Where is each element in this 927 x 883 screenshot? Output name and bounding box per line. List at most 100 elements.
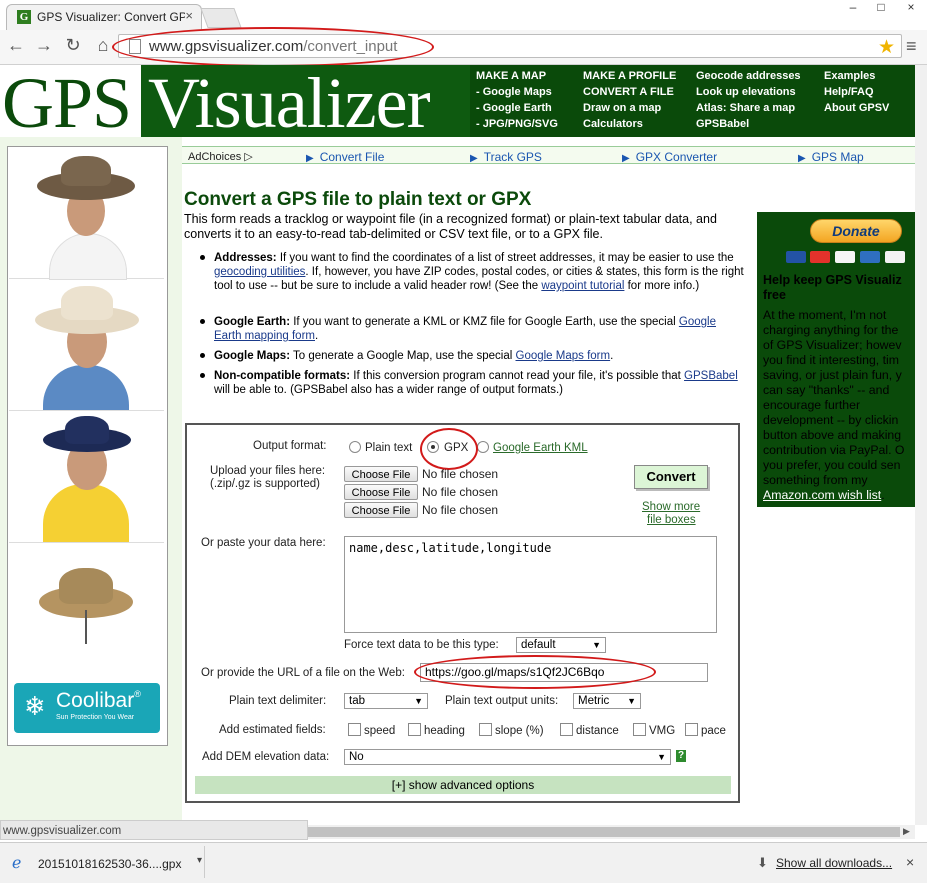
dem-label: Add DEM elevation data: [202, 751, 330, 763]
nav-look-up-elevations[interactable]: Look up elevations [696, 86, 796, 98]
ad-image-hat-3[interactable] [9, 412, 164, 543]
nav-help-faq[interactable]: Help/FAQ [824, 86, 874, 98]
bullet-google-maps: Google Maps: To generate a Google Map, u… [200, 349, 745, 363]
annotation-circle-url [112, 27, 434, 67]
status-bar-url: www.gpsvisualizer.com [0, 820, 308, 840]
show-more-file-boxes-link[interactable]: Show more [642, 501, 700, 513]
nav-about-gpsv[interactable]: About GPSV [824, 102, 889, 114]
nav-make-a-profile[interactable]: MAKE A PROFILE [583, 70, 676, 82]
paste-data-textarea[interactable]: name,desc,latitude,longitude [344, 536, 717, 633]
close-downloads-icon[interactable]: × [906, 854, 914, 870]
minimize-button[interactable]: – [838, 0, 868, 14]
checkbox-speed[interactable] [348, 723, 361, 736]
file-status-1: No file chosen [422, 467, 499, 481]
choose-file-button-3[interactable]: Choose File [344, 502, 418, 518]
link-geocoding-utilities[interactable]: geocoding utilities [214, 266, 305, 278]
google-earth-kml-link[interactable]: Google Earth KML [493, 442, 588, 454]
link-waypoint-tutorial[interactable]: waypoint tutorial [541, 280, 624, 292]
url-label: Or provide the URL of a file on the Web: [201, 667, 405, 679]
choose-file-button-2[interactable]: Choose File [344, 484, 418, 500]
donate-button[interactable]: Donate [810, 219, 902, 243]
nav-make-a-map[interactable]: MAKE A MAP [476, 70, 546, 82]
radio-plain-text[interactable] [349, 441, 361, 453]
bullet-addresses: Addresses: If you want to find the coord… [200, 251, 745, 293]
checkbox-distance[interactable] [560, 723, 573, 736]
choose-file-button-1[interactable]: Choose File [344, 466, 418, 482]
upload-label: Upload your files here: [210, 465, 326, 477]
amazon-wishlist-link[interactable]: Amazon.com wish list [763, 488, 881, 502]
checkbox-vmg-label[interactable]: VMG [649, 725, 675, 737]
estimated-fields-label: Add estimated fields: [219, 724, 326, 736]
show-all-downloads-link[interactable]: Show all downloads... [776, 856, 892, 870]
ad-link-convert-file[interactable]: ▶ Convert File [306, 150, 384, 164]
close-window-button[interactable]: × [896, 0, 926, 14]
radio-google-earth-kml[interactable] [477, 441, 489, 453]
new-tab-button[interactable] [200, 8, 242, 28]
dropdown-arrow-icon: ▼ [657, 752, 666, 762]
forward-icon[interactable]: → [33, 34, 55, 56]
ad-image-hat-2[interactable] [9, 280, 164, 411]
browser-tab[interactable]: G GPS Visualizer: Convert GP × [6, 4, 202, 30]
units-select[interactable]: Metric ▼ [573, 693, 641, 709]
checkbox-speed-label[interactable]: speed [364, 725, 395, 737]
nav-gpsbabel[interactable]: GPSBabel [696, 118, 749, 130]
tab-title: GPS Visualizer: Convert GP [37, 10, 185, 24]
nav-jpg-png-svg[interactable]: - JPG/PNG/SVG [476, 118, 558, 130]
force-type-select[interactable]: default ▼ [516, 637, 606, 653]
logo-gps[interactable]: GPS [2, 62, 132, 145]
visa-card-icon [835, 251, 855, 263]
triangle-icon: ▶ [798, 153, 806, 164]
checkbox-slope-label[interactable]: slope (%) [495, 725, 544, 737]
donate-heading: Help keep GPS Visualiz free [763, 273, 902, 302]
ad-link-gps-map[interactable]: ▶ GPS Map [798, 150, 864, 164]
checkbox-pace-label[interactable]: pace [701, 725, 726, 737]
ad-link-gpx-converter[interactable]: ▶ GPX Converter [622, 150, 717, 164]
ad-image-hat-4[interactable] [9, 544, 164, 674]
adchoices-label[interactable]: AdChoices ▷ [188, 150, 253, 163]
coolibar-ad-logo[interactable]: ❄ Coolibar® Sun Protection You Wear [14, 683, 160, 733]
back-icon[interactable]: ← [5, 34, 27, 56]
checkbox-vmg[interactable] [633, 723, 646, 736]
checkbox-heading-label[interactable]: heading [424, 725, 465, 737]
force-type-label: Force text data to be this type: [344, 639, 499, 651]
triangle-icon: ▶ [470, 153, 478, 164]
show-advanced-options-button[interactable]: [+] show advanced options [195, 776, 731, 794]
show-more-file-boxes-link-2[interactable]: file boxes [647, 514, 696, 526]
home-icon[interactable]: ⌂ [92, 34, 114, 56]
bullet-google-earth: Google Earth: If you want to generate a … [200, 315, 745, 343]
nav-draw-on-a-map[interactable]: Draw on a map [583, 102, 661, 114]
reload-icon[interactable]: ↻ [62, 34, 84, 56]
bullet-dot [200, 373, 205, 378]
link-gpsbabel[interactable]: GPSBabel [684, 370, 738, 382]
logo-visualizer[interactable]: Visualizer [148, 62, 431, 145]
radio-plain-text-label[interactable]: Plain text [365, 442, 412, 454]
nav-calculators[interactable]: Calculators [583, 118, 643, 130]
scroll-right-arrow-icon[interactable]: ▶ [903, 826, 910, 837]
browser-menu-icon[interactable]: ≡ [906, 36, 917, 57]
bookmark-star-icon[interactable]: ★ [878, 36, 895, 59]
nav-convert-a-file[interactable]: CONVERT A FILE [583, 86, 674, 98]
ad-link-track-gps[interactable]: ▶ Track GPS [470, 150, 542, 164]
nav-atlas[interactable]: Atlas: Share a map [696, 102, 795, 114]
vertical-scrollbar[interactable] [915, 65, 927, 825]
nav-google-maps[interactable]: - Google Maps [476, 86, 552, 98]
checkbox-pace[interactable] [685, 723, 698, 736]
nav-google-earth[interactable]: - Google Earth [476, 102, 552, 114]
dem-help-icon[interactable]: ? [676, 750, 686, 762]
delimiter-select[interactable]: tab ▼ [344, 693, 428, 709]
download-filename[interactable]: 20151018162530-36....gpx [38, 857, 181, 871]
ie-file-icon: ℯ [12, 855, 22, 872]
nav-examples[interactable]: Examples [824, 70, 875, 82]
nav-geocode-addresses[interactable]: Geocode addresses [696, 70, 801, 82]
ad-image-hat-1[interactable] [9, 148, 164, 280]
tab-close-icon[interactable]: × [185, 8, 193, 23]
horizontal-scroll-thumb[interactable] [308, 827, 900, 837]
maximize-button[interactable]: □ [866, 0, 896, 14]
download-options-icon[interactable]: ▾ [197, 855, 202, 866]
convert-button[interactable]: Convert [634, 465, 708, 489]
checkbox-distance-label[interactable]: distance [576, 725, 619, 737]
link-google-maps-form[interactable]: Google Maps form [516, 350, 611, 362]
dem-select[interactable]: No ▼ [344, 749, 671, 765]
checkbox-heading[interactable] [408, 723, 421, 736]
checkbox-slope[interactable] [479, 723, 492, 736]
